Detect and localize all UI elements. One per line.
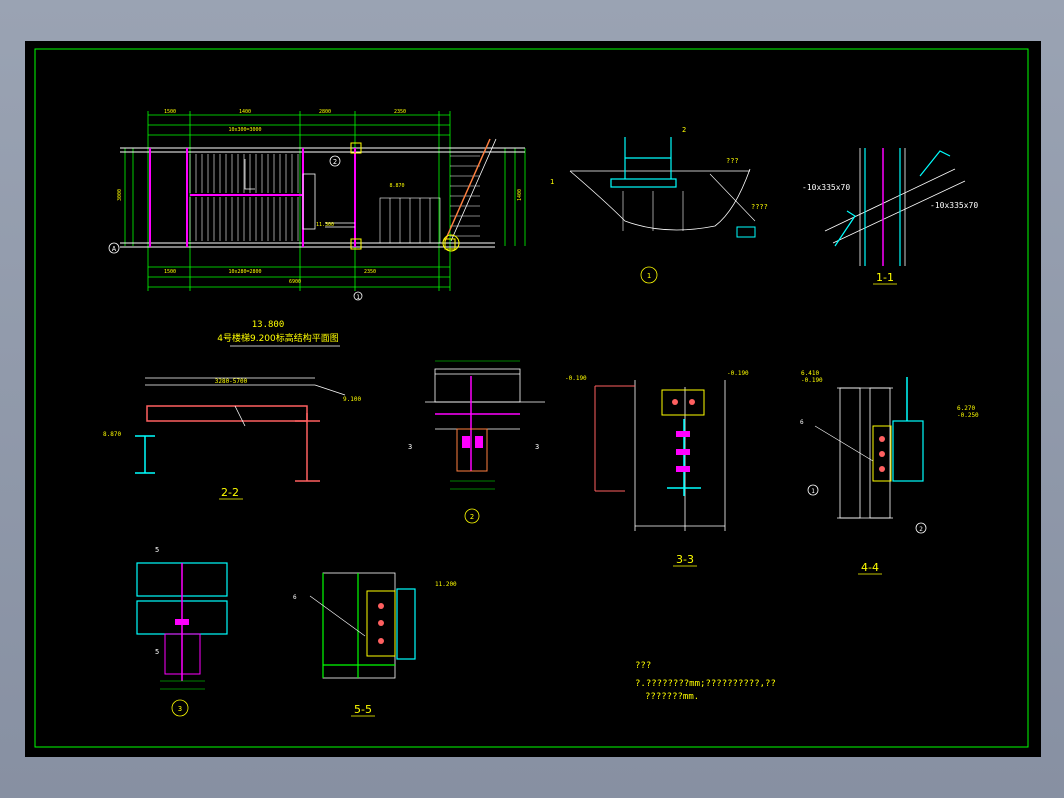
plan-grid-2: 2 (333, 158, 337, 166)
section-3-3: -0.190 -0.190 3-3 (565, 370, 749, 567)
general-notes: ??? ?.????????mm;??????????,?? ???????mm… (635, 661, 776, 702)
section-3-3-elev-right: -0.190 (727, 370, 749, 377)
detail-3: 3 5 5 (136, 546, 228, 717)
detail-1-mark: 1 (647, 272, 651, 280)
section-4-4-mark-b: 2 (919, 526, 923, 533)
section-2-2: 3280-5700 8.870 9.100 2-2 (103, 377, 361, 500)
plan-dim-right: 1400 (517, 189, 523, 201)
notes-title: ??? (635, 661, 651, 671)
section-1-1-plate-b: -10x335x70 (930, 201, 978, 210)
plan-dim-bot-stairs: 10x280=2800 (228, 269, 261, 275)
section-4-4: 1 2 6 6.410 -0.190 6.270 -0.250 4-4 (800, 370, 979, 575)
cad-drawing[interactable]: A 2 1 1400 2800 2350 1500 10x300=3000 10… (25, 41, 1041, 757)
section-3-3-elev-left: -0.190 (565, 375, 587, 382)
plan-dim-1500: 1500 (164, 109, 176, 115)
section-5-5-title: 5-5 (354, 703, 372, 716)
drawing-frame-border (34, 48, 1029, 748)
plan-dim-sub-stairs: 10x300=3000 (228, 127, 261, 133)
section-1-1-plate-a: -10x335x70 (802, 183, 850, 192)
notes-line-1: ?.????????mm;??????????,?? (635, 679, 776, 689)
section-1-1-title: 1-1 (876, 271, 894, 284)
section-3-3-title: 3-3 (676, 553, 694, 566)
cad-viewport[interactable]: A 2 1 1400 2800 2350 1500 10x300=3000 10… (25, 41, 1041, 757)
detail-1-label-qqq: ??? (726, 157, 739, 165)
detail-2-cut-left: 3 (408, 443, 412, 451)
plan-dim-2800: 2800 (319, 109, 331, 115)
detail-1-label-qqqq: ???? (751, 203, 768, 211)
plan-dim-bot-1500: 1500 (164, 269, 176, 275)
section-2-2-elev-left: 8.870 (103, 431, 121, 438)
plan-grid-a: A (112, 245, 117, 253)
plan-dim-total-bottom: 6900 (289, 279, 301, 285)
detail-2-cut-right: 3 (535, 443, 539, 451)
section-2-2-title: 2-2 (221, 486, 239, 499)
stair-plan-view: A 2 1 1400 2800 2350 1500 10x300=3000 10… (108, 109, 526, 301)
section-4-4-elev-b: -0.190 (801, 377, 823, 384)
detail-2: 2 3 3 (408, 360, 545, 524)
plan-elev-a: 8.870 (389, 183, 404, 189)
section-5-5-elev: 11.200 (435, 581, 457, 588)
plan-title-elevation: 13.800 (252, 320, 285, 330)
notes-line-2: ???????mm. (645, 692, 699, 702)
section-4-4-mark-a: 1 (811, 488, 815, 495)
plan-dim-left: 3000 (117, 189, 123, 201)
detail-3-mark: 3 (178, 705, 182, 713)
section-4-4-title: 4-4 (861, 561, 879, 574)
section-4-4-elev-a: 6.410 (801, 370, 819, 377)
detail-1-label-1: 1 (550, 178, 554, 186)
section-1-1: -10x335x70 -10x335x70 1-1 (802, 148, 978, 285)
plan-grid-1: 1 (356, 294, 360, 301)
section-2-2-elev-right: 9.100 (343, 396, 361, 403)
plan-dim-bot-2350: 2350 (364, 269, 376, 275)
plan-elev-b: 11.300 (316, 222, 334, 228)
section-4-4-elev-c: 6.270 (957, 405, 975, 412)
detail-3-cut-top: 5 (155, 546, 159, 554)
detail-3-cut-bottom: 5 (155, 648, 159, 656)
plan-dim-1400: 1400 (239, 109, 251, 115)
plan-title: 4号楼梯9.200标高结构平面图 (217, 332, 339, 344)
section-4-4-elev-d: -0.250 (957, 412, 979, 419)
section-5-5: 6 11.200 5-5 (293, 572, 457, 717)
detail-1: 1 2 ??? ???? 1 (550, 126, 768, 284)
section-2-2-span: 3280-5700 (215, 378, 248, 385)
section-4-4-weld: 6 (800, 419, 804, 426)
detail-2-mark: 2 (470, 513, 474, 521)
section-5-5-weld: 6 (293, 594, 297, 601)
detail-1-label-2: 2 (682, 126, 686, 134)
plan-dim-2350: 2350 (394, 109, 406, 115)
